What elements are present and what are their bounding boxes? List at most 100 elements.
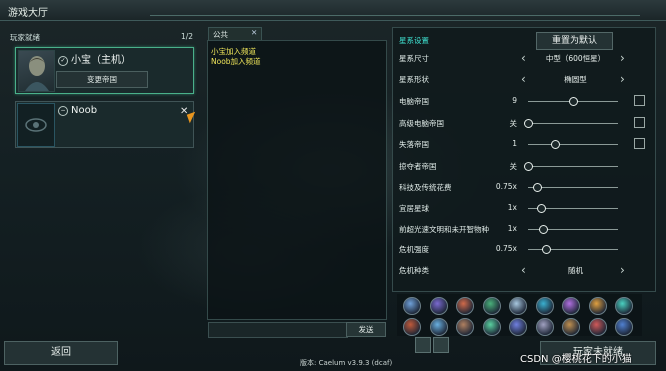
setting-row[interactable]: 宜居星球 1x <box>393 198 655 219</box>
slider-handle[interactable] <box>539 225 549 234</box>
window-title: 游戏大厅 <box>8 8 48 19</box>
slider-handle[interactable] <box>524 162 533 171</box>
setting-label: 电脑帝国 <box>399 97 429 106</box>
watermark: CSDN @樱桃花下的小猫 <box>520 354 632 365</box>
player-card-guest[interactable]: − Noob ✕ <box>15 101 194 148</box>
setting-row[interactable]: 前超光速文明和未开智物种 1x <box>393 219 655 240</box>
send-button[interactable]: 发送 <box>346 322 386 337</box>
setting-label: 科技及传统花费 <box>399 183 452 192</box>
empire-icon[interactable] <box>588 318 607 336</box>
setting-row[interactable]: 危机强度 0.75x <box>393 239 655 260</box>
setting-value: 1x <box>507 224 517 233</box>
slider-handle[interactable] <box>551 140 560 149</box>
empire-icon[interactable] <box>562 297 580 315</box>
empire-icon[interactable] <box>535 318 554 336</box>
slider-handle[interactable] <box>536 204 546 213</box>
empire-icon[interactable] <box>615 318 633 336</box>
slider-track[interactable] <box>528 245 618 254</box>
empire-icon[interactable] <box>535 297 554 315</box>
chat-message: Noob加入频道 <box>211 57 261 66</box>
setting-checkbox[interactable] <box>634 138 645 149</box>
empire-icon[interactable] <box>615 297 633 315</box>
version-label: 版本: Caelum v3.9.3 (dcaf) <box>300 359 393 367</box>
slider-handle[interactable] <box>533 183 542 192</box>
back-button[interactable]: 返回 <box>4 341 118 365</box>
empire-icon[interactable] <box>456 297 474 315</box>
setting-label: 掠夺者帝国 <box>399 162 437 171</box>
leader-portrait-icon <box>25 56 49 91</box>
chevron-right-icon[interactable]: › <box>620 263 625 277</box>
setting-value: 0.75x <box>495 182 517 191</box>
empire-icon[interactable] <box>403 297 421 315</box>
player-portrait-empty[interactable] <box>17 103 55 147</box>
setting-row[interactable]: 电脑帝国 9 <box>393 91 655 112</box>
setting-row[interactable]: 星系尺寸 ‹ 中型（600恒星） › <box>393 48 655 69</box>
slider-handle[interactable] <box>524 119 533 128</box>
setting-value[interactable]: 中型（600恒星） <box>533 53 618 64</box>
setting-value: 1x <box>507 203 517 212</box>
slider-track[interactable] <box>524 162 618 171</box>
settings-header: 星系设置 <box>399 36 429 45</box>
setting-row[interactable]: 掠夺者帝国 关 <box>393 156 655 177</box>
setting-value: 1 <box>512 139 517 148</box>
empire-icon[interactable] <box>562 318 580 336</box>
empire-icon[interactable] <box>509 297 527 315</box>
empire-icon[interactable] <box>482 297 501 315</box>
chevron-right-icon[interactable]: › <box>620 72 625 86</box>
setting-row[interactable]: 危机种类 ‹ 随机 › <box>393 260 655 281</box>
setting-value: 关 <box>509 119 518 128</box>
setting-label: 星系形状 <box>399 75 429 84</box>
slider-track[interactable] <box>528 183 618 192</box>
setting-value[interactable]: 随机 <box>533 265 618 276</box>
title-divider <box>150 15 640 16</box>
players-count: 1/2 <box>181 32 194 41</box>
setting-checkbox[interactable] <box>634 95 645 106</box>
player-card-host[interactable]: ✓ 小宝（主机） 变更帝国 <box>15 47 194 94</box>
empire-icon[interactable] <box>403 318 421 336</box>
empire-icon[interactable] <box>456 318 474 336</box>
chat-input[interactable] <box>208 322 348 338</box>
setting-value[interactable]: 椭圆型 <box>533 74 618 85</box>
setting-row[interactable]: 星系形状 ‹ 椭圆型 › <box>393 69 655 90</box>
empire-icon[interactable] <box>509 318 527 336</box>
slider-track[interactable] <box>524 119 618 128</box>
empire-icon[interactable] <box>429 318 448 336</box>
empire-icon-tray[interactable] <box>397 294 642 336</box>
setting-label: 星系尺寸 <box>399 54 429 63</box>
tray-select-button[interactable] <box>433 337 449 353</box>
players-header: 玩家就绪 <box>10 33 40 42</box>
setting-row[interactable]: 失落帝国 1 <box>393 134 655 155</box>
setting-label: 危机种类 <box>399 266 429 275</box>
chevron-left-icon[interactable]: ‹ <box>521 263 526 277</box>
setting-value: 9 <box>512 96 517 105</box>
player-portrait[interactable] <box>18 50 55 92</box>
setting-label: 失落帝国 <box>399 140 429 149</box>
setting-checkbox[interactable] <box>634 117 645 128</box>
slider-track[interactable] <box>528 204 618 213</box>
slider-track[interactable] <box>528 140 618 149</box>
slider-track[interactable] <box>528 225 618 234</box>
title-bar: 游戏大厅 <box>0 0 666 21</box>
tab-public[interactable]: 公共 ✕ <box>208 27 262 41</box>
status-icon: ✓ <box>58 56 68 66</box>
tray-toggle-button[interactable] <box>415 337 431 353</box>
chevron-right-icon[interactable]: › <box>620 51 625 65</box>
empire-icon[interactable] <box>482 318 501 336</box>
close-tab-icon[interactable]: ✕ <box>251 28 257 37</box>
chat-log[interactable]: 小宝加入频道 Noob加入频道 <box>207 40 387 320</box>
change-empire-button[interactable]: 变更帝国 <box>56 71 148 88</box>
setting-row[interactable]: 科技及传统花费 0.75x <box>393 177 655 198</box>
empire-icon[interactable] <box>429 297 448 315</box>
empire-icon[interactable] <box>588 297 607 315</box>
slider-track[interactable] <box>528 97 618 106</box>
galaxy-settings-panel: 星系设置 重置为默认 星系尺寸 ‹ 中型（600恒星） › 星系形状 ‹ 椭圆型 › 电脑帝国 9… <box>392 27 656 292</box>
player-name-host: ✓ 小宝（主机） <box>58 51 131 66</box>
chevron-left-icon[interactable]: ‹ <box>521 51 526 65</box>
player-name-guest: − Noob <box>58 105 97 116</box>
slider-handle[interactable] <box>542 245 551 254</box>
status-icon: − <box>58 106 68 116</box>
slider-handle[interactable] <box>569 97 578 106</box>
setting-value: 0.75x <box>495 244 517 253</box>
setting-row[interactable]: 高级电脑帝国 关 <box>393 113 655 134</box>
chevron-left-icon[interactable]: ‹ <box>521 72 526 86</box>
